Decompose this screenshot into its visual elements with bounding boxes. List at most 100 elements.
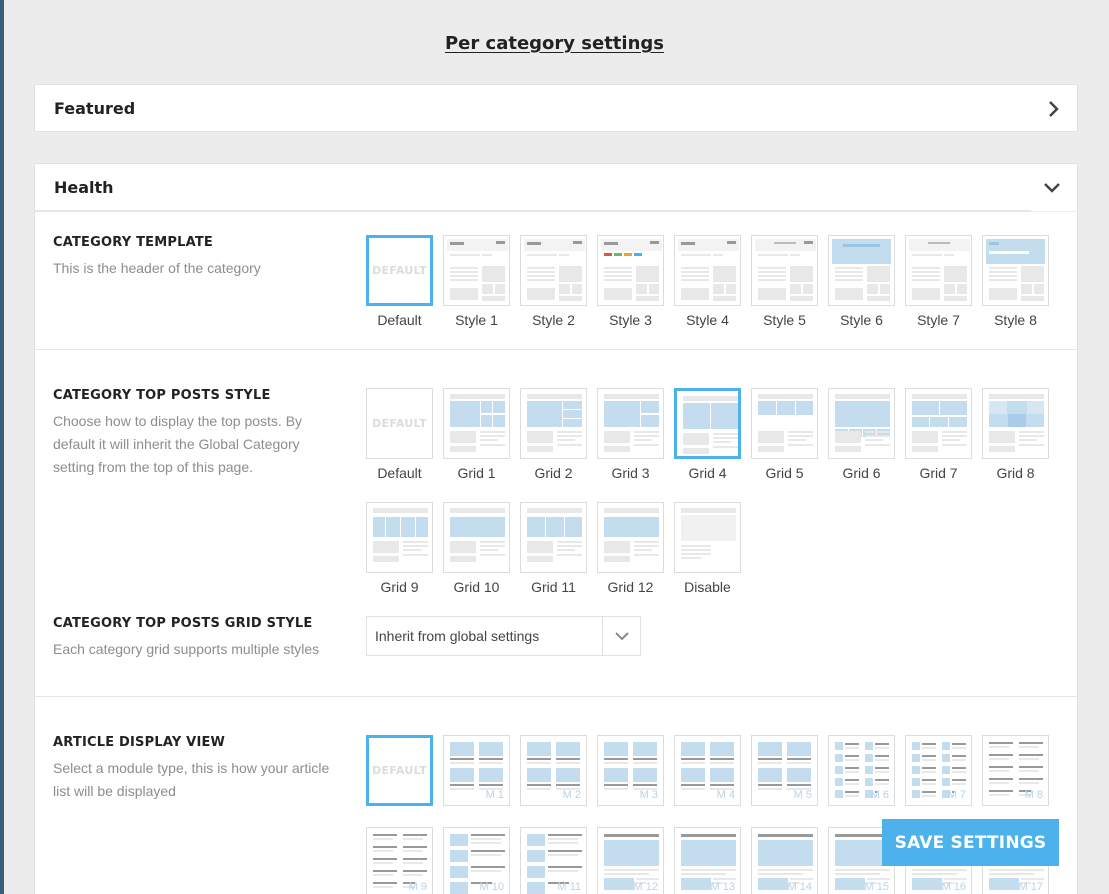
module-m-2-tile[interactable]: M 2 (520, 735, 587, 806)
default-thumbnail-text: DEFAULT (372, 264, 427, 277)
module-m-1-tile[interactable]: M 1 (443, 735, 510, 806)
top-posts-grid-style-description: Each category grid supports multiple sty… (53, 641, 320, 657)
template-style-4-tile[interactable] (674, 235, 741, 306)
top-posts-grid-8-label: Grid 8 (996, 465, 1035, 481)
module-m-8-tile[interactable]: M 8 (982, 735, 1049, 806)
top-posts-grid-9-tile[interactable] (366, 502, 433, 573)
module-default-tile[interactable]: DEFAULT (366, 735, 433, 806)
template-default-label: Default (377, 312, 422, 328)
accordion-health-underline (34, 210, 1031, 212)
template-style-3-thumbnail (601, 239, 662, 301)
module-m-3-tile[interactable]: M 3 (597, 735, 664, 806)
template-style-2-thumbnail (524, 239, 585, 301)
top-posts-grid-6-tile[interactable] (828, 388, 895, 459)
template-style-2-label: Style 2 (532, 312, 575, 328)
top-posts-grid-5-tile[interactable] (751, 388, 818, 459)
category-template-title: CATEGORY TEMPLATE (53, 235, 213, 250)
module-m-10-tile[interactable]: M 10 (443, 827, 510, 894)
top-posts-grid-8-thumbnail (989, 394, 1044, 452)
top-posts-grid-7-thumbnail (912, 394, 967, 452)
top-posts-grid-4-tile[interactable] (674, 388, 741, 459)
top-posts-grid-3-thumbnail (604, 394, 659, 452)
template-style-8-label: Style 8 (994, 312, 1037, 328)
top-posts-grid-11-label: Grid 11 (531, 579, 576, 595)
top-posts-grid-5-thumbnail (758, 394, 813, 452)
top-posts-grid-12-tile[interactable] (597, 502, 664, 573)
template-style-7-thumbnail (909, 239, 970, 301)
template-style-5-label: Style 5 (763, 312, 806, 328)
top-posts-grid-7-label: Grid 7 (919, 465, 958, 481)
default-thumbnail-text: DEFAULT (372, 764, 427, 777)
top-posts-grid-10-label: Grid 10 (453, 579, 500, 595)
article-display-title: ARTICLE DISPLAY VIEW (53, 735, 226, 750)
template-style-4-thumbnail (678, 239, 739, 301)
page-title: Per category settings (444, 33, 664, 54)
chevron-down-icon (615, 632, 629, 641)
top-posts-grid-3-label: Grid 3 (611, 465, 650, 481)
template-style-2-tile[interactable] (520, 235, 587, 306)
grid-style-select-toggle[interactable] (602, 617, 640, 655)
module-m-12-tile[interactable]: M 12 (597, 827, 664, 894)
template-style-3-label: Style 3 (609, 312, 652, 328)
module-m-9-tile[interactable]: M 9 (366, 827, 433, 894)
top-posts-grid-9-label: Grid 9 (380, 579, 419, 595)
module-m-7-tile[interactable]: M 7 (905, 735, 972, 806)
section-divider (34, 349, 1078, 350)
module-number-label: M 2 (562, 789, 581, 801)
module-m-13-tile[interactable]: M 13 (674, 827, 741, 894)
template-style-1-tile[interactable] (443, 235, 510, 306)
template-style-8-thumbnail (986, 239, 1045, 301)
accordion-health[interactable]: Health (34, 163, 1078, 211)
template-style-6-tile[interactable] (828, 235, 895, 306)
module-number-label: M 11 (557, 881, 581, 893)
save-settings-button[interactable]: SAVE SETTINGS (882, 819, 1059, 866)
top-posts-grid-1-thumbnail (450, 394, 505, 452)
grid-style-select[interactable]: Inherit from global settings (366, 616, 641, 656)
template-style-1-label: Style 1 (455, 312, 498, 328)
module-m-4-tile[interactable]: M 4 (674, 735, 741, 806)
top-posts-grid-1-tile[interactable] (443, 388, 510, 459)
module-number-label: M 3 (639, 789, 658, 801)
section-divider (34, 696, 1078, 697)
template-style-8-tile[interactable] (982, 235, 1049, 306)
module-m-5-tile[interactable]: M 5 (751, 735, 818, 806)
top-posts-disable-thumbnail (681, 508, 736, 559)
top-posts-disable-label: Disable (684, 579, 731, 595)
template-style-6-label: Style 6 (840, 312, 883, 328)
module-m-11-tile[interactable]: M 11 (520, 827, 587, 894)
module-number-label: M 17 (1018, 881, 1043, 893)
template-default-tile[interactable]: DEFAULT (366, 235, 433, 306)
top-posts-style-title: CATEGORY TOP POSTS STYLE (53, 388, 271, 403)
top-posts-default-tile[interactable]: DEFAULT (366, 388, 433, 459)
top-posts-grid-11-thumbnail (527, 508, 582, 562)
module-number-label: M 10 (479, 881, 504, 893)
top-posts-grid-2-thumbnail (527, 394, 582, 452)
chevron-down-icon (1044, 183, 1060, 193)
top-posts-grid-12-label: Grid 12 (607, 579, 654, 595)
top-posts-grid-10-tile[interactable] (443, 502, 510, 573)
top-posts-disable-tile[interactable] (674, 502, 741, 573)
top-posts-grid-2-label: Grid 2 (534, 465, 573, 481)
article-display-description: Select a module type, this is how your a… (53, 760, 330, 799)
module-number-label: M 4 (716, 789, 735, 801)
template-style-7-tile[interactable] (905, 235, 972, 306)
top-posts-grid-8-tile[interactable] (982, 388, 1049, 459)
top-posts-grid-10-thumbnail (450, 508, 505, 562)
template-style-3-tile[interactable] (597, 235, 664, 306)
module-number-label: M 13 (710, 881, 735, 893)
top-posts-grid-12-thumbnail (604, 508, 659, 562)
module-m-6-tile[interactable]: M 6 (828, 735, 895, 806)
top-posts-grid-5-label: Grid 5 (765, 465, 804, 481)
top-posts-grid-11-tile[interactable] (520, 502, 587, 573)
accordion-featured[interactable]: Featured (34, 84, 1078, 132)
top-posts-grid-3-tile[interactable] (597, 388, 664, 459)
template-style-5-tile[interactable] (751, 235, 818, 306)
module-number-label: M 9 (408, 881, 427, 893)
top-posts-grid-2-tile[interactable] (520, 388, 587, 459)
top-posts-grid-6-thumbnail (835, 394, 890, 452)
module-m-14-tile[interactable]: M 14 (751, 827, 818, 894)
module-number-label: M 6 (870, 789, 889, 801)
top-posts-grid-7-tile[interactable] (905, 388, 972, 459)
module-number-label: M 16 (941, 881, 966, 893)
category-template-description: This is the header of the category (53, 260, 261, 276)
